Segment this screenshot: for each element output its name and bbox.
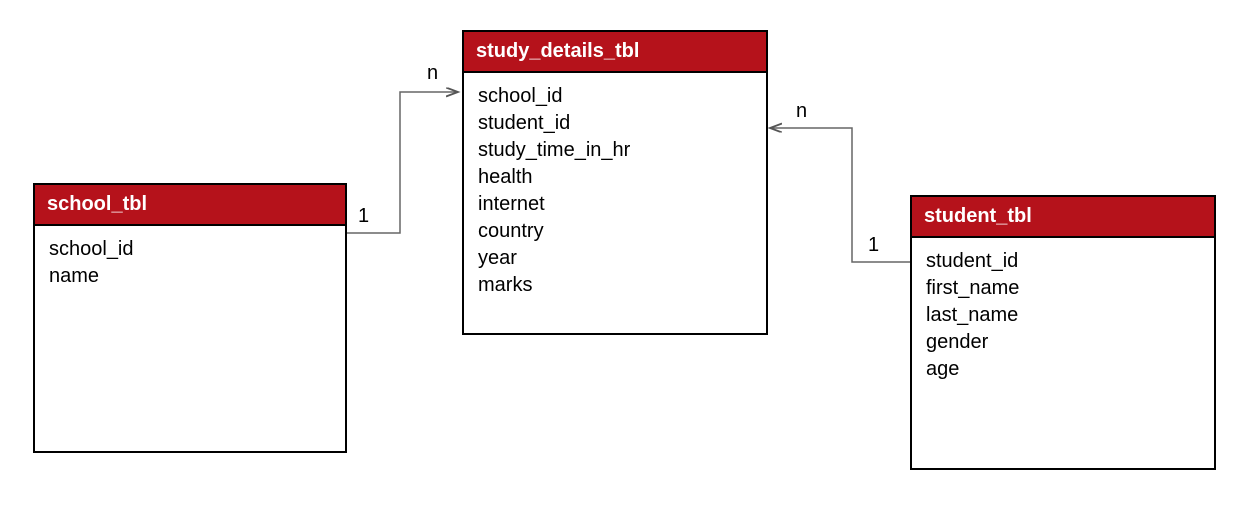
entity-field: last_name [926, 302, 1200, 329]
entity-field: first_name [926, 275, 1200, 302]
entity-fields: school_id student_id study_time_in_hr he… [464, 73, 766, 309]
entity-field: study_time_in_hr [478, 137, 752, 164]
entity-title: student_tbl [912, 197, 1214, 238]
cardinality-label-one: 1 [358, 205, 369, 228]
er-diagram-canvas: school_tbl school_id name study_details_… [0, 0, 1245, 511]
cardinality-label-one: 1 [868, 234, 879, 257]
entity-field: country [478, 218, 752, 245]
entity-field: year [478, 245, 752, 272]
entity-field: health [478, 164, 752, 191]
entity-fields: school_id name [35, 226, 345, 300]
entity-field: student_id [478, 110, 752, 137]
entity-title: school_tbl [35, 185, 345, 226]
entity-field: school_id [478, 83, 752, 110]
cardinality-label-many: n [796, 100, 807, 123]
entity-title: study_details_tbl [464, 32, 766, 73]
entity-field: student_id [926, 248, 1200, 275]
entity-field: marks [478, 272, 752, 299]
cardinality-label-many: n [427, 62, 438, 85]
entity-field: age [926, 356, 1200, 383]
entity-student-tbl: student_tbl student_id first_name last_n… [910, 195, 1216, 470]
entity-study-details-tbl: study_details_tbl school_id student_id s… [462, 30, 768, 335]
entity-field: name [49, 263, 331, 290]
entity-fields: student_id first_name last_name gender a… [912, 238, 1214, 393]
entity-field: gender [926, 329, 1200, 356]
entity-field: internet [478, 191, 752, 218]
entity-school-tbl: school_tbl school_id name [33, 183, 347, 453]
entity-field: school_id [49, 236, 331, 263]
